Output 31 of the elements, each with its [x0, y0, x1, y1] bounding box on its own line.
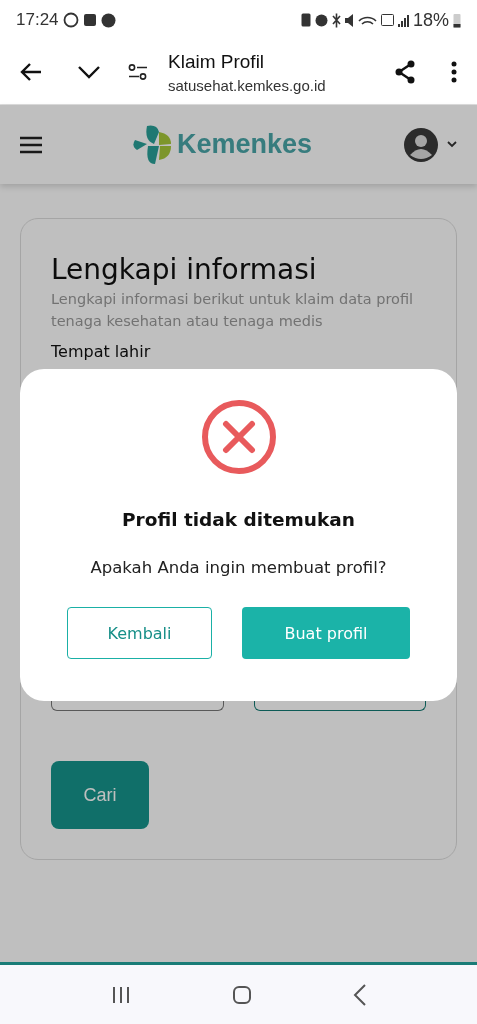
- caret-icon[interactable]: [447, 141, 457, 148]
- logo-icon: [132, 123, 173, 166]
- menu-icon[interactable]: [20, 135, 42, 154]
- page-url[interactable]: satusehat.kemkes.go.id: [168, 76, 393, 94]
- field-label: Tempat lahir: [51, 342, 151, 361]
- site-settings-icon[interactable]: [128, 64, 148, 80]
- search-button[interactable]: Cari: [51, 761, 149, 829]
- dialog-title: Profil tidak ditemukan: [122, 509, 355, 530]
- back-icon[interactable]: [352, 983, 367, 1006]
- page-title: Klaim Profil: [168, 50, 266, 73]
- chevron-down-icon[interactable]: [78, 65, 100, 79]
- signal-icon: [397, 13, 409, 27]
- mute-icon: [344, 13, 354, 27]
- create-profile-button[interactable]: Buat profil: [242, 607, 410, 659]
- error-icon: [200, 399, 277, 475]
- share-icon[interactable]: [393, 60, 417, 84]
- dialog-message: Apakah Anda ingin membuat profil?: [90, 558, 387, 577]
- status-time: 17:24: [16, 10, 59, 30]
- form-subtitle: Lengkapi informasi berikut untuk klaim data profil tenaga kesehatan atau tenaga medis: [51, 290, 415, 331]
- back-arrow-icon[interactable]: [20, 62, 42, 82]
- bluetooth-icon: [331, 12, 341, 28]
- account-avatar-icon[interactable]: [403, 126, 439, 163]
- back-button[interactable]: Kembali: [67, 607, 212, 659]
- battery-icon: [453, 12, 461, 28]
- wifi-icon: [357, 15, 377, 25]
- form-title: Lengkapi informasi: [51, 253, 317, 286]
- recent-apps-icon[interactable]: [110, 984, 131, 1005]
- battery-percentage: 18%: [412, 9, 449, 31]
- home-icon[interactable]: [231, 984, 252, 1005]
- logo-text: Kemenkes: [176, 129, 313, 160]
- more-options-icon[interactable]: [451, 61, 457, 83]
